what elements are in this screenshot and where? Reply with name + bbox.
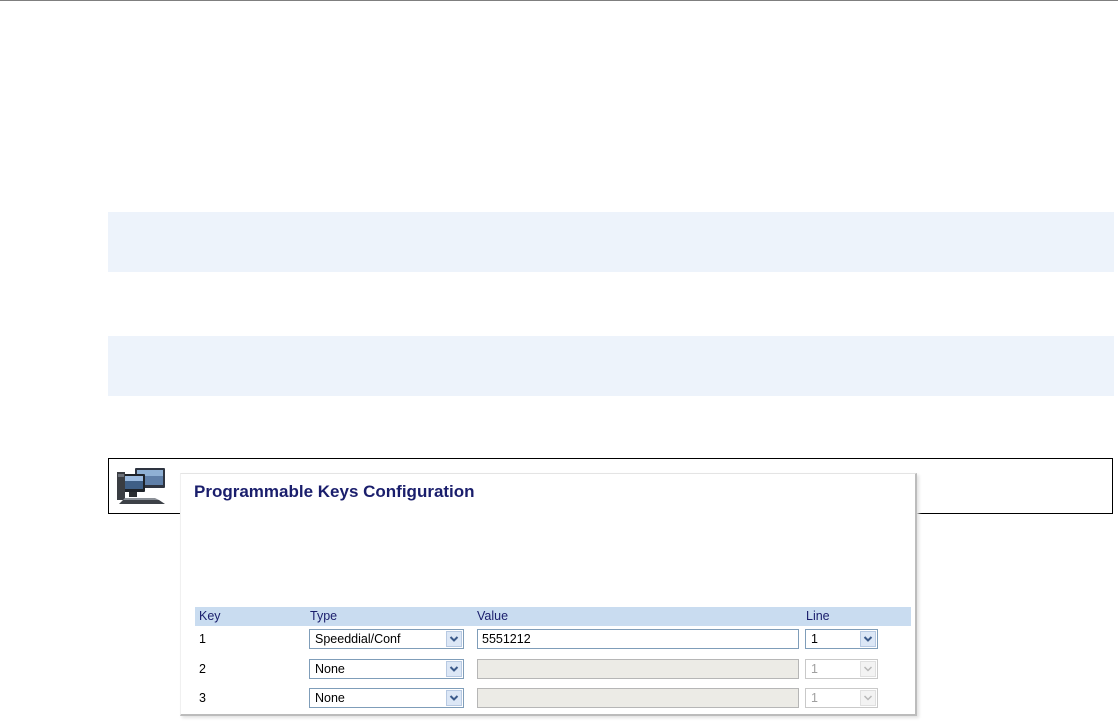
table-row: 3 None 1 bbox=[195, 686, 911, 710]
line-select[interactable]: 1 bbox=[805, 659, 878, 679]
value-input[interactable] bbox=[477, 659, 799, 679]
chevron-down-icon[interactable] bbox=[446, 631, 462, 647]
value-input[interactable]: 5551212 bbox=[477, 629, 799, 649]
type-select[interactable]: Speeddial/Conf bbox=[309, 629, 464, 649]
type-select-value: Speeddial/Conf bbox=[315, 632, 401, 646]
table-row: 2 None 1 bbox=[195, 657, 911, 681]
key-number: 2 bbox=[199, 662, 206, 676]
line-select[interactable]: 1 bbox=[805, 688, 878, 708]
type-select[interactable]: None bbox=[309, 688, 464, 708]
chevron-down-icon[interactable] bbox=[860, 661, 876, 677]
line-select-value: 1 bbox=[811, 632, 818, 646]
header-value: Value bbox=[477, 609, 509, 623]
type-select[interactable]: None bbox=[309, 659, 464, 679]
chevron-down-icon[interactable] bbox=[446, 661, 462, 677]
table-header: Key Type Value Line bbox=[195, 607, 911, 626]
chevron-down-icon[interactable] bbox=[446, 690, 462, 706]
chevron-down-icon[interactable] bbox=[860, 631, 876, 647]
key-number: 1 bbox=[199, 632, 206, 646]
line-select-value: 1 bbox=[811, 662, 818, 676]
header-line: Line bbox=[806, 609, 830, 623]
chevron-down-icon[interactable] bbox=[860, 690, 876, 706]
key-number: 3 bbox=[199, 691, 206, 705]
header-type: Type bbox=[310, 609, 338, 623]
programmable-keys-panel: Programmable Keys Configuration Key Type… bbox=[180, 473, 917, 716]
shaded-band-2 bbox=[108, 336, 1114, 396]
shaded-band-1 bbox=[108, 212, 1114, 272]
panel-title: Programmable Keys Configuration bbox=[194, 482, 475, 501]
line-select[interactable]: 1 bbox=[805, 629, 878, 649]
top-rule bbox=[0, 0, 1118, 1]
value-input[interactable] bbox=[477, 688, 799, 708]
table-row: 1 Speeddial/Conf 5551212 1 bbox=[195, 627, 911, 651]
type-select-value: None bbox=[315, 662, 345, 676]
line-select-value: 1 bbox=[811, 691, 818, 705]
type-select-value: None bbox=[315, 691, 345, 705]
computer-monitor-icon bbox=[117, 468, 165, 504]
header-key: Key bbox=[199, 609, 221, 623]
